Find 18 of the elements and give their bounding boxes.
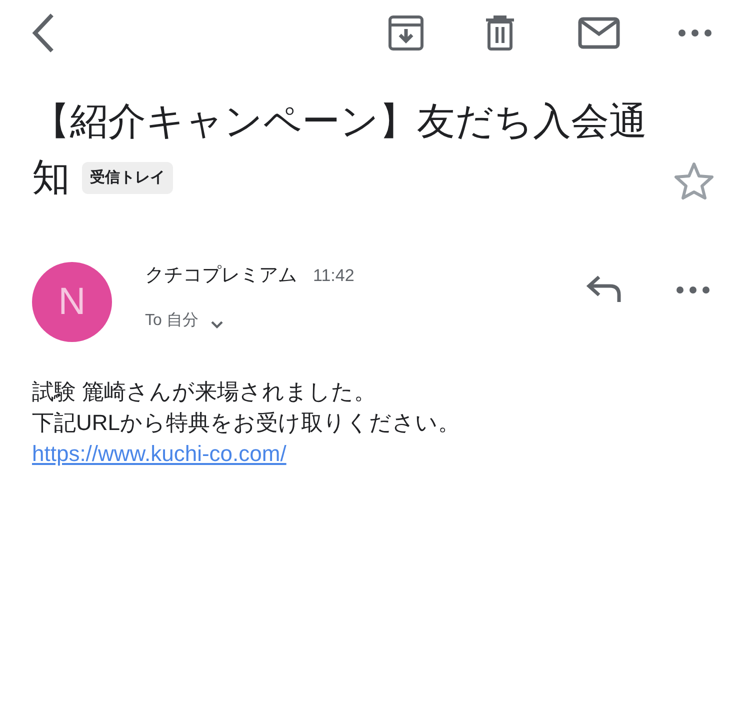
received-time: 11:42 — [313, 265, 354, 287]
archive-icon[interactable] — [388, 15, 424, 51]
more-icon[interactable] — [678, 29, 712, 37]
star-icon[interactable] — [674, 162, 714, 200]
sender-avatar[interactable]: N — [32, 262, 112, 342]
delete-icon[interactable] — [484, 15, 516, 51]
recipient-toggle[interactable]: To 自分 — [145, 308, 354, 332]
message-text: 下記URLから特典をお受け取りください。 — [32, 409, 460, 437]
reply-icon[interactable] — [586, 274, 622, 304]
sender-name: クチコプレミアム — [145, 264, 297, 288]
back-icon[interactable] — [30, 12, 56, 54]
message-link[interactable]: https://www.kuchi-co.com/ — [32, 438, 286, 469]
message-text: 試験 簏崎さんが来場されました。 — [32, 378, 376, 406]
more-icon[interactable] — [676, 286, 710, 294]
subject-title: 知 — [32, 156, 70, 201]
inbox-label: 受信トレイ — [82, 162, 173, 194]
subject-title: 【紹介キャンペーン】友だち入会通 — [32, 100, 647, 145]
mail-icon[interactable] — [578, 17, 620, 49]
